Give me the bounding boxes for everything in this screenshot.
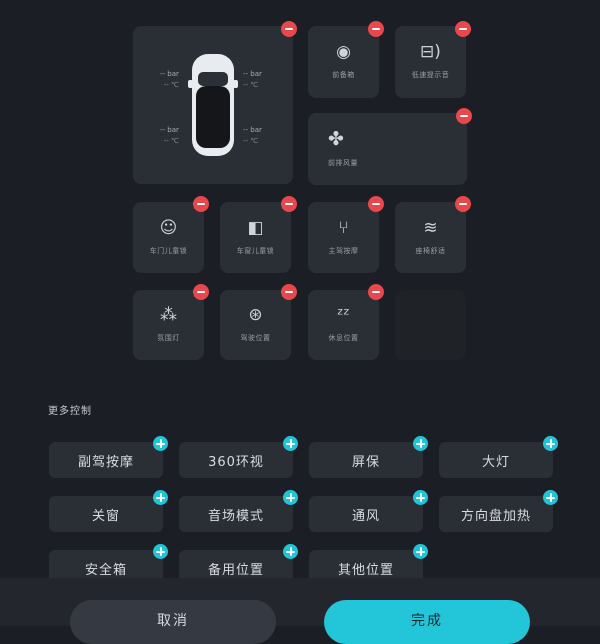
- empty-slot: [395, 290, 466, 360]
- tire-rear-left: -- bar -- ℃: [160, 125, 179, 147]
- add-control-button[interactable]: [543, 436, 558, 451]
- tile-rest-position[interactable]: ᶻᶻ 休息位置: [308, 290, 379, 360]
- control-label: 屏保: [351, 454, 380, 470]
- tire-front-right-temp: -- ℃: [243, 81, 259, 89]
- control-front-passenger-massage[interactable]: 副驾按摩: [49, 442, 163, 478]
- tire-rear-left-pressure: -- bar: [160, 126, 179, 134]
- control-label: 其他位置: [337, 562, 394, 578]
- tile-driver-massage[interactable]: ⑂ 主驾按摩: [308, 202, 379, 273]
- frunk-icon: ◉: [336, 42, 351, 62]
- tire-rear-right-temp: -- ℃: [243, 137, 259, 145]
- control-close-windows[interactable]: 关窗: [49, 496, 163, 532]
- remove-window-child-lock-button[interactable]: [281, 196, 297, 212]
- driving-position-icon: ⊛: [248, 305, 263, 325]
- control-sound-mode[interactable]: 音场模式: [179, 496, 293, 532]
- add-control-button[interactable]: [413, 436, 428, 451]
- tile-front-fan[interactable]: ✤ 前排风量: [308, 113, 467, 185]
- tire-front-left-temp: -- ℃: [163, 81, 179, 89]
- tire-rear-left-temp: -- ℃: [163, 137, 179, 145]
- fan-icon: ✤: [328, 128, 344, 150]
- remove-front-fan-button[interactable]: [456, 108, 472, 124]
- remove-tire-pressure-button[interactable]: [281, 21, 297, 37]
- control-screensaver[interactable]: 屏保: [309, 442, 423, 478]
- remove-frunk-button[interactable]: [368, 21, 384, 37]
- tile-door-child-lock[interactable]: ☺ 车门儿童锁: [133, 202, 204, 273]
- remove-rest-position-button[interactable]: [368, 284, 384, 300]
- control-label: 关窗: [91, 508, 120, 524]
- car-top-view-icon: [188, 54, 238, 156]
- control-headlights[interactable]: 大灯: [439, 442, 553, 478]
- tire-rear-right-pressure: -- bar: [243, 126, 262, 134]
- tire-rear-right: -- bar -- ℃: [243, 125, 262, 147]
- tile-label: 车门儿童锁: [149, 246, 188, 255]
- cancel-button[interactable]: 取消: [70, 600, 276, 644]
- add-control-button[interactable]: [283, 490, 298, 505]
- remove-seat-comfort-button[interactable]: [455, 196, 471, 212]
- tile-window-child-lock[interactable]: ◧ 车窗儿童锁: [220, 202, 291, 273]
- tile-label: 主驾按摩: [328, 246, 359, 255]
- done-button[interactable]: 完成: [324, 600, 530, 644]
- control-label: 安全箱: [84, 562, 127, 578]
- tire-front-left-pressure: -- bar: [160, 70, 179, 78]
- control-label: 方向盘加热: [460, 508, 531, 524]
- tile-label: 低速提示音: [411, 71, 450, 79]
- tire-pressure-tile[interactable]: -- bar -- ℃ -- bar -- ℃ -- bar -- ℃ -- b…: [133, 26, 293, 184]
- tile-label: 氛围灯: [157, 334, 180, 342]
- remove-driver-massage-button[interactable]: [368, 196, 384, 212]
- add-control-button[interactable]: [153, 490, 168, 505]
- add-control-button[interactable]: [153, 436, 168, 451]
- tile-label: 休息位置: [328, 334, 359, 342]
- add-control-button[interactable]: [283, 436, 298, 451]
- tire-front-right-pressure: -- bar: [243, 70, 262, 78]
- ambient-light-icon: ⁂: [160, 305, 177, 325]
- tile-low-speed-sound[interactable]: ⊟) 低速提示音: [395, 26, 466, 98]
- tile-label: 座椅舒适: [415, 246, 446, 255]
- rest-position-icon: ᶻᶻ: [337, 305, 350, 325]
- remove-ambient-light-button[interactable]: [193, 284, 209, 300]
- tire-front-left: -- bar -- ℃: [160, 69, 179, 91]
- control-label: 通风: [351, 508, 380, 524]
- control-label: 大灯: [481, 454, 510, 470]
- remove-door-child-lock-button[interactable]: [193, 196, 209, 212]
- seat-massage-icon: ⑂: [338, 217, 349, 238]
- tire-front-right: -- bar -- ℃: [243, 69, 262, 91]
- car-sound-icon: ⊟): [420, 42, 441, 62]
- control-label: 副驾按摩: [77, 454, 134, 470]
- seat-heat-icon: ≋: [423, 217, 438, 238]
- control-label: 360环视: [208, 454, 264, 470]
- add-control-button[interactable]: [543, 490, 558, 505]
- more-controls-title: 更多控制: [48, 406, 92, 417]
- tile-driving-position[interactable]: ⊛ 驾驶位置: [220, 290, 291, 360]
- add-control-button[interactable]: [413, 544, 428, 559]
- remove-low-speed-sound-button[interactable]: [455, 21, 471, 37]
- window-child-lock-icon: ◧: [247, 217, 264, 238]
- add-control-button[interactable]: [413, 490, 428, 505]
- control-360-view[interactable]: 360环视: [179, 442, 293, 478]
- tile-ambient-light[interactable]: ⁂ 氛围灯: [133, 290, 204, 360]
- control-label: 音场模式: [207, 508, 264, 524]
- tile-frunk[interactable]: ◉ 前备箱: [308, 26, 379, 98]
- tile-label: 前备箱: [332, 71, 355, 79]
- tile-seat-comfort[interactable]: ≋ 座椅舒适: [395, 202, 466, 273]
- control-ventilation[interactable]: 通风: [309, 496, 423, 532]
- add-control-button[interactable]: [153, 544, 168, 559]
- add-control-button[interactable]: [283, 544, 298, 559]
- remove-driving-position-button[interactable]: [281, 284, 297, 300]
- tile-label: 车窗儿童锁: [236, 246, 275, 255]
- door-child-lock-icon: ☺: [159, 217, 178, 238]
- control-label: 备用位置: [207, 562, 264, 578]
- tile-label: 前排风量: [328, 159, 358, 167]
- control-steering-wheel-heat[interactable]: 方向盘加热: [439, 496, 553, 532]
- tile-label: 驾驶位置: [240, 334, 271, 342]
